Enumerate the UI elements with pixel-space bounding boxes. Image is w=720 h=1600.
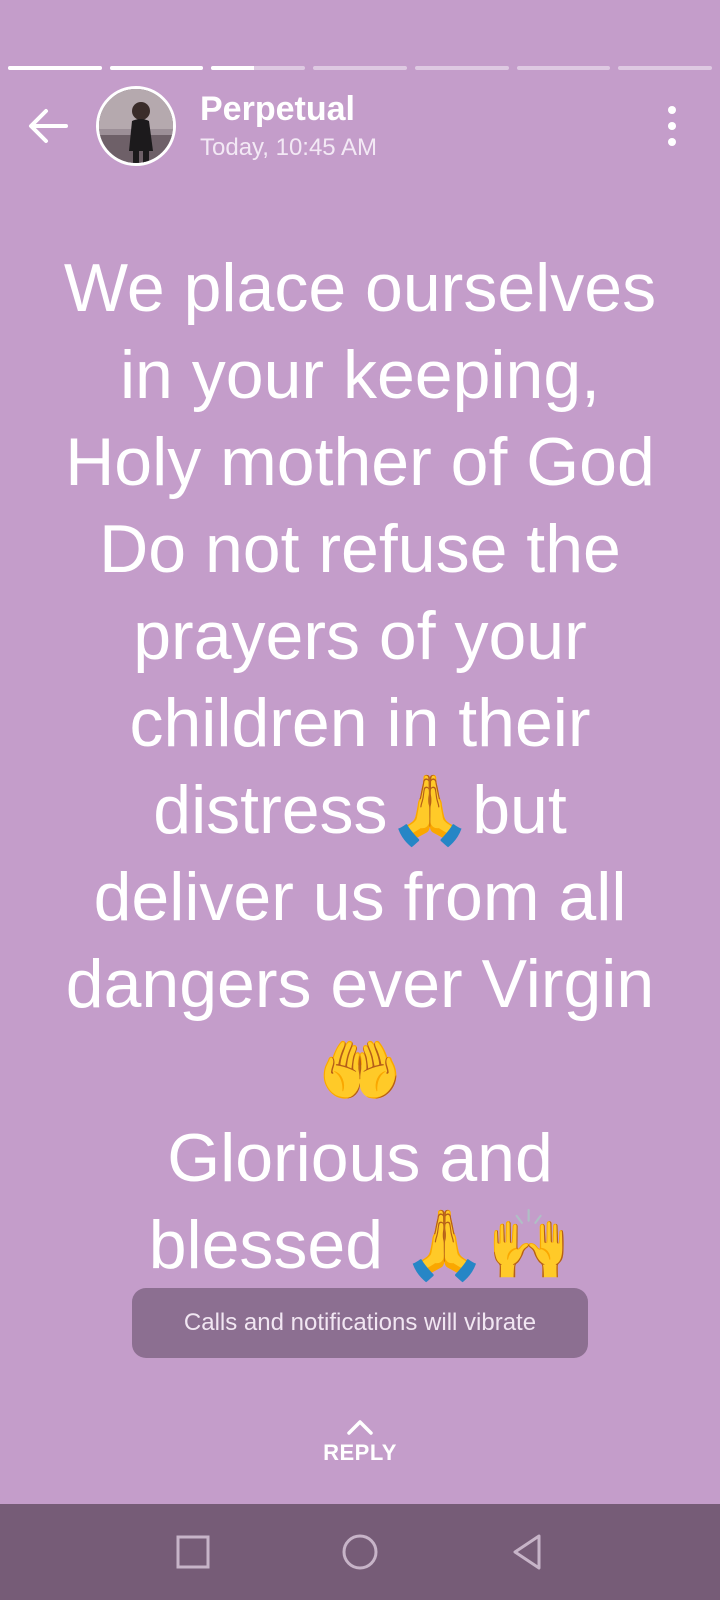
avatar-image <box>99 89 173 163</box>
progress-segment <box>618 66 713 70</box>
status-line: Glorious and <box>167 1120 553 1196</box>
progress-segment <box>414 66 509 70</box>
back-button[interactable] <box>20 102 76 150</box>
story-progress <box>8 66 713 70</box>
contact-name: Perpetual <box>200 90 355 128</box>
status-line: children in their <box>129 685 591 761</box>
status-line: 🤲 <box>317 1033 403 1109</box>
status-line: in your keeping, <box>119 337 601 413</box>
status-line: deliver us from all <box>93 859 627 935</box>
status-line: distress🙏but <box>153 772 567 848</box>
progress-segment <box>109 66 204 70</box>
status-text: We place ourselves in your keeping, Holy… <box>20 245 700 1289</box>
reply-button[interactable]: REPLY <box>0 1418 720 1484</box>
square-recents-icon <box>176 1535 210 1569</box>
progress-segment <box>211 66 306 70</box>
status-line: Do not refuse the <box>99 511 621 587</box>
progress-segment <box>8 66 102 70</box>
system-back-button[interactable] <box>491 1516 563 1588</box>
story-header: Perpetual Today, 10:45 AM <box>0 84 720 168</box>
triangle-back-icon <box>513 1534 541 1570</box>
vibrate-toast: Calls and notifications will vibrate <box>132 1288 588 1358</box>
chevron-up-icon <box>347 1420 373 1435</box>
status-line: Holy mother of God <box>65 424 655 500</box>
status-line: dangers ever Virgin <box>65 946 655 1022</box>
recents-button[interactable] <box>157 1516 229 1588</box>
arrow-left-icon <box>29 109 68 143</box>
progress-segment <box>313 66 407 70</box>
circle-home-icon <box>342 1534 378 1570</box>
status-line: prayers of your <box>133 598 587 674</box>
reply-label: REPLY <box>323 1440 397 1465</box>
system-nav-bar <box>0 1504 720 1600</box>
more-options-button[interactable] <box>660 106 684 146</box>
avatar[interactable] <box>96 86 176 166</box>
progress-segment <box>516 66 611 70</box>
home-button[interactable] <box>324 1516 396 1588</box>
more-vertical-icon <box>668 106 676 114</box>
status-line: blessed 🙏🙌 <box>148 1207 572 1283</box>
status-line: We place ourselves <box>63 250 657 326</box>
story-timestamp: Today, 10:45 AM <box>200 134 377 161</box>
